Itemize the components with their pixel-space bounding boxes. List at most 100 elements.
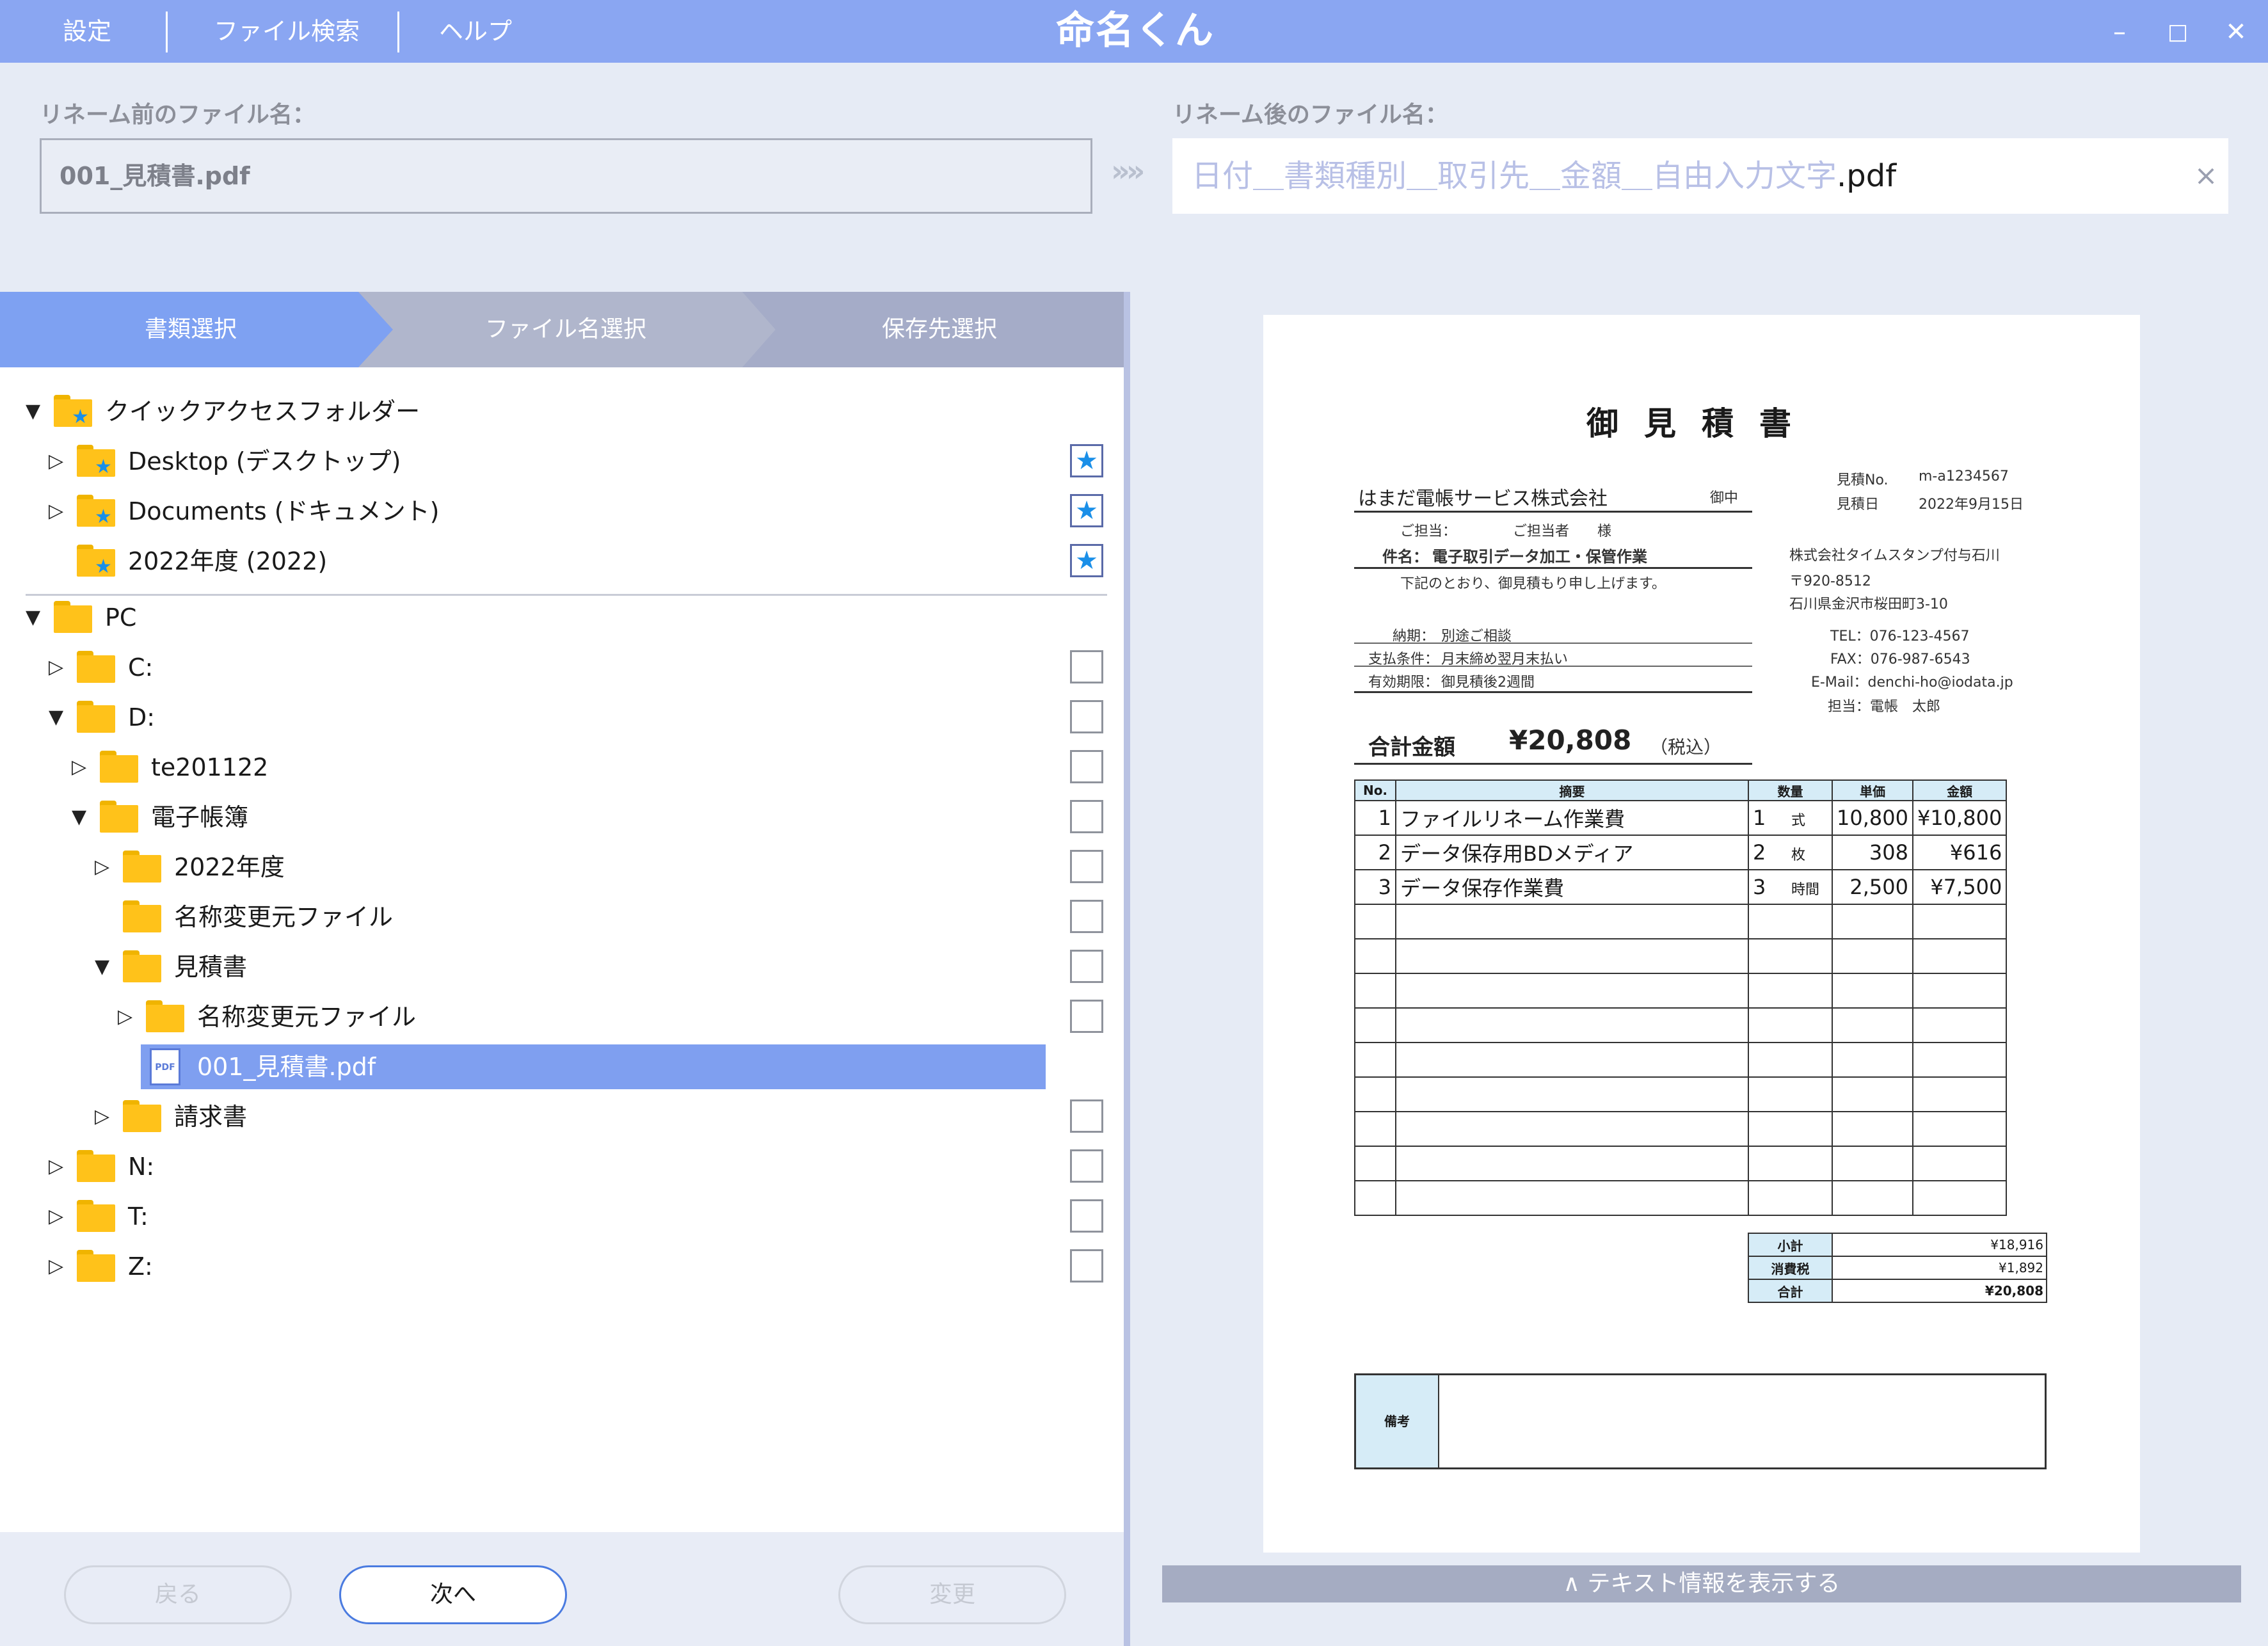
folder-checkbox[interactable] [1070, 850, 1103, 883]
collapsed-arrow-icon[interactable]: ▷ [49, 1248, 68, 1285]
collapsed-arrow-icon[interactable]: ▷ [49, 1148, 68, 1185]
step-save-destination[interactable]: 保存先選択 [755, 292, 1124, 367]
folder-checkbox[interactable] [1070, 1099, 1103, 1133]
folder-checkbox[interactable] [1070, 1199, 1103, 1233]
client-honorific: 御中 [1710, 490, 1739, 506]
folder-checkbox[interactable] [1070, 800, 1103, 833]
remarks-label: 備考 [1356, 1375, 1439, 1467]
folder-checkbox[interactable] [1070, 1249, 1103, 1282]
tree-item-drive-d[interactable]: ▼ D: [0, 692, 1124, 742]
minimize-button[interactable]: – [2100, 13, 2139, 51]
total-value: ¥20,808 [1509, 724, 1632, 756]
expanded-arrow-icon[interactable]: ▼ [26, 393, 45, 430]
folder-icon [77, 1200, 115, 1232]
tree-item-denshi-chobo[interactable]: ▼ 電子帳簿 [0, 792, 1124, 842]
show-text-info-toggle[interactable]: ∧ テキスト情報を表示する [1162, 1565, 2241, 1602]
tree-item-mitsumorisho[interactable]: ▼ 見積書 [0, 942, 1124, 992]
table-row: 3 データ保存作業費 3 時間 2,500 ¥7,500 [1354, 869, 2008, 905]
collapsed-arrow-icon[interactable]: ▷ [118, 998, 137, 1035]
tree-item-drive-c[interactable]: ▷ C: [0, 643, 1124, 692]
collapsed-arrow-icon[interactable]: ▷ [95, 1098, 114, 1135]
collapsed-arrow-icon[interactable]: ▷ [72, 749, 91, 786]
empty-row [1354, 1180, 2008, 1216]
row-description: データ保存用BDメディア [1395, 835, 1749, 870]
tree-item-drive-z[interactable]: ▷ Z: [0, 1242, 1124, 1291]
empty-row [1354, 1146, 2008, 1181]
folder-icon [77, 701, 115, 733]
grand-total-value: ¥20,808 [1832, 1279, 2047, 1303]
folder-checkbox[interactable] [1070, 650, 1103, 683]
table-header-row: No. 摘要 数量 単価 金額 [1354, 779, 2008, 801]
collapsed-arrow-icon[interactable]: ▷ [49, 1198, 68, 1235]
folder-checkbox[interactable] [1070, 950, 1103, 983]
clear-icon[interactable]: × [2187, 157, 2225, 195]
row-amount: ¥616 [1912, 835, 2008, 870]
tree-item-label: T: [128, 1203, 148, 1231]
tree-item-meisho-henkou[interactable]: 名称変更元ファイル [0, 892, 1124, 942]
after-filename-input[interactable]: 日付＿書類種別＿取引先＿金額＿自由入力文字.pdf × [1172, 138, 2228, 214]
favorite-star-checkbox[interactable]: ★ [1070, 444, 1103, 477]
validity-value: 御見積後2週間 [1441, 675, 1535, 691]
tree-item-pdf-file[interactable]: PDF 001_見積書.pdf [0, 1042, 1124, 1092]
tree-item-te201122[interactable]: ▷ te201122 [0, 742, 1124, 792]
expanded-arrow-icon[interactable]: ▼ [49, 699, 68, 736]
tree-item-2022[interactable]: ★ 2022年度 (2022) ★ [0, 536, 1124, 586]
back-button[interactable]: 戻る [64, 1565, 292, 1624]
favorite-star-checkbox[interactable]: ★ [1070, 494, 1103, 527]
next-button[interactable]: 次へ [339, 1565, 567, 1624]
quick-access-folder-icon: ★ [77, 545, 115, 577]
collapsed-arrow-icon[interactable]: ▷ [95, 849, 114, 886]
tree-item-desktop[interactable]: ▷ ★ Desktop (デスクトップ) ★ [0, 436, 1124, 486]
expanded-arrow-icon[interactable]: ▼ [95, 948, 114, 986]
subtotal-label: 小計 [1748, 1233, 1833, 1257]
row-unit-price: 10,800 [1832, 800, 1913, 836]
tree-item-label: 名称変更元ファイル [174, 903, 394, 931]
contact-value: ご担当者 様 [1513, 523, 1612, 539]
header-quantity: 数量 [1748, 779, 1833, 801]
menu-file-search[interactable]: ファイル検索 [214, 0, 360, 63]
expanded-arrow-icon[interactable]: ▼ [72, 799, 91, 836]
tree-item-seikyusho[interactable]: ▷ 請求書 [0, 1092, 1124, 1142]
pdf-file-icon: PDF [150, 1048, 180, 1085]
row-qty-value: 3 [1753, 875, 1766, 899]
row-amount: ¥10,800 [1912, 800, 2008, 836]
before-filename-field: 001_見積書.pdf [40, 138, 1092, 214]
tree-item-meisho-henkou-sub[interactable]: ▷ 名称変更元ファイル [0, 992, 1124, 1042]
folder-checkbox[interactable] [1070, 900, 1103, 933]
favorite-star-checkbox[interactable]: ★ [1070, 544, 1103, 577]
header-no: No. [1354, 779, 1396, 801]
change-button[interactable]: 変更 [838, 1565, 1066, 1624]
tree-item-fy2022[interactable]: ▷ 2022年度 [0, 842, 1124, 892]
table-row: 1 ファイルリネーム作業費 1式 10,800 ¥10,800 [1354, 800, 2008, 836]
tree-item-documents[interactable]: ▷ ★ Documents (ドキュメント) ★ [0, 486, 1124, 536]
step-document-selection[interactable]: 書類選択 [0, 292, 381, 367]
contact-label: ご担当： [1400, 523, 1457, 539]
client-name: はまだ電帳サービス株式会社 [1358, 488, 1608, 510]
folder-checkbox[interactable] [1070, 1149, 1103, 1183]
menu-separator [397, 12, 399, 52]
maximize-button[interactable]: □ [2159, 13, 2197, 51]
expanded-arrow-icon[interactable]: ▼ [26, 599, 45, 636]
folder-checkbox[interactable] [1070, 700, 1103, 733]
menu-help[interactable]: ヘルプ [439, 0, 512, 63]
menu-settings[interactable]: 設定 [63, 0, 111, 63]
tree-item-drive-t[interactable]: ▷ T: [0, 1192, 1124, 1242]
close-button[interactable]: ✕ [2217, 13, 2255, 51]
tree-item-label: Z: [128, 1252, 153, 1281]
tree-item-quick-access[interactable]: ▼ ★ クイックアクセスフォルダー [0, 387, 1124, 436]
tree-item-pc[interactable]: ▼ PC [0, 593, 1124, 643]
collapsed-arrow-icon[interactable]: ▷ [49, 443, 68, 480]
folder-checkbox[interactable] [1070, 1000, 1103, 1033]
tax-value: ¥1,892 [1832, 1256, 2047, 1280]
tree-item-label: 請求書 [174, 1103, 248, 1131]
tree-item-drive-n[interactable]: ▷ N: [0, 1142, 1124, 1192]
row-qty-value: 1 [1753, 806, 1766, 830]
collapsed-arrow-icon[interactable]: ▷ [49, 493, 68, 530]
collapsed-arrow-icon[interactable]: ▷ [49, 649, 68, 686]
step-filename-selection[interactable]: ファイル名選択 [381, 292, 750, 367]
empty-row [1354, 904, 2008, 939]
issuer-address: 石川県金沢市桜田町3-10 [1789, 596, 1948, 612]
row-amount: ¥7,500 [1912, 869, 2008, 905]
folder-checkbox[interactable] [1070, 750, 1103, 783]
row-no: 3 [1354, 869, 1396, 905]
